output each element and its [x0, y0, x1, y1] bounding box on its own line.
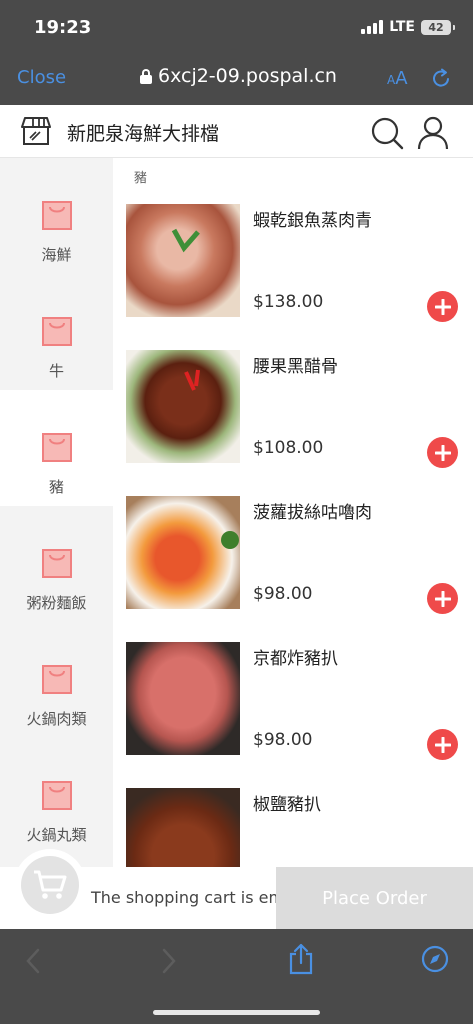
battery-level: 42	[428, 20, 444, 34]
compass-icon[interactable]	[421, 945, 449, 973]
product-photo[interactable]	[126, 204, 240, 317]
forward-icon[interactable]	[160, 947, 178, 975]
lock-icon	[140, 68, 152, 84]
shopping-bag-icon	[41, 317, 72, 346]
product-name: 京都炸豬扒	[253, 649, 338, 669]
battery-icon: 42	[421, 19, 455, 35]
text-size-small-label: A	[387, 73, 396, 87]
category-item-pork[interactable]: 豬	[0, 390, 113, 506]
product-photo[interactable]	[126, 642, 240, 755]
category-item-hotpot-balls[interactable]: 火鍋丸類	[0, 738, 113, 854]
status-bar: 19:23 LTE 42	[0, 0, 473, 56]
product-name: 椒鹽豬扒	[253, 795, 321, 815]
shopping-cart-icon	[34, 870, 67, 899]
shopping-bag-icon	[41, 781, 72, 810]
add-to-cart-button[interactable]	[427, 729, 458, 760]
browser-toolbar	[0, 929, 473, 1024]
text-size-button[interactable]: AA	[387, 68, 408, 89]
signal-icon	[361, 20, 384, 34]
product-price: $98.00	[253, 584, 313, 604]
network-label: LTE	[389, 19, 415, 35]
category-label: 牛	[48, 362, 64, 380]
plus-icon	[434, 736, 451, 753]
shopping-bag-icon	[41, 549, 72, 578]
product-item[interactable]: 腰果黑醋骨 $108.00	[113, 350, 473, 496]
garnish-decoration	[171, 228, 200, 253]
store-title: 新肥泉海鮮大排檔	[67, 123, 220, 145]
product-item[interactable]: 椒鹽豬扒	[113, 788, 473, 868]
shopping-bag-icon	[41, 433, 72, 462]
section-label: 豬	[134, 171, 148, 186]
product-item[interactable]: 菠蘿拔絲咕嚕肉 $98.00	[113, 496, 473, 642]
store-header: 新肥泉海鮮大排檔	[0, 105, 473, 158]
product-item[interactable]: 蝦乾銀魚蒸肉青 $138.00	[113, 204, 473, 350]
product-photo[interactable]	[126, 788, 240, 868]
status-time: 19:23	[34, 17, 92, 38]
category-label: 火鍋肉類	[26, 710, 87, 728]
category-item-hotpot-meat[interactable]: 火鍋肉類	[0, 622, 113, 738]
category-label: 豬	[48, 478, 64, 496]
plus-icon	[434, 590, 451, 607]
product-price: $138.00	[253, 292, 324, 312]
store-icon[interactable]	[20, 116, 52, 146]
category-item-rice-noodles[interactable]: 粥粉麵飯	[0, 506, 113, 622]
place-order-button[interactable]: Place Order	[276, 867, 473, 929]
home-indicator[interactable]	[153, 1010, 320, 1015]
product-photo[interactable]	[126, 350, 240, 463]
category-label: 火鍋丸類	[26, 826, 87, 844]
user-icon[interactable]	[417, 116, 449, 150]
add-to-cart-button[interactable]	[427, 437, 458, 468]
cart-bar: The shopping cart is empty Place Order	[0, 849, 473, 929]
product-photo[interactable]	[126, 496, 240, 609]
add-to-cart-button[interactable]	[427, 583, 458, 614]
share-icon[interactable]	[288, 943, 314, 975]
status-indicators: LTE 42	[361, 19, 455, 35]
broccoli-decoration	[221, 531, 239, 549]
shopping-bag-icon	[41, 665, 72, 694]
product-price: $98.00	[253, 730, 313, 750]
shopping-bag-icon	[41, 201, 72, 230]
product-price: $108.00	[253, 438, 324, 458]
category-label: 海鮮	[41, 246, 72, 264]
reload-icon	[433, 68, 449, 87]
category-item-seafood[interactable]: 海鮮	[0, 158, 113, 274]
search-icon[interactable]	[370, 116, 404, 150]
product-item[interactable]: 京都炸豬扒 $98.00	[113, 642, 473, 788]
product-name: 蝦乾銀魚蒸肉青	[253, 211, 372, 231]
cart-button[interactable]	[21, 856, 79, 914]
product-list: 豬 蝦乾銀魚蒸肉青 $138.00 腰果黑醋骨 $108.00 菠蘿拔絲咕嚕肉 …	[113, 158, 473, 868]
category-label: 粥粉麵飯	[26, 594, 87, 612]
plus-icon	[434, 444, 451, 461]
close-button[interactable]: Close	[17, 67, 66, 88]
text-size-large-label: A	[395, 68, 408, 89]
category-sidebar: 海鮮 牛 豬 粥粉麵飯 火鍋肉類 火鍋丸類	[0, 158, 113, 868]
browser-bar: Close 6xcj2-09.pospal.cn AA	[0, 56, 473, 105]
url-text: 6xcj2-09.pospal.cn	[158, 65, 337, 87]
plus-icon	[434, 298, 451, 315]
product-name: 菠蘿拔絲咕嚕肉	[253, 503, 372, 523]
product-name: 腰果黑醋骨	[253, 357, 338, 377]
url-field[interactable]: 6xcj2-09.pospal.cn	[140, 65, 337, 87]
reload-button[interactable]	[430, 66, 452, 96]
back-icon[interactable]	[24, 947, 42, 975]
chili-decoration	[184, 369, 200, 391]
add-to-cart-button[interactable]	[427, 291, 458, 322]
category-item-beef[interactable]: 牛	[0, 274, 113, 390]
